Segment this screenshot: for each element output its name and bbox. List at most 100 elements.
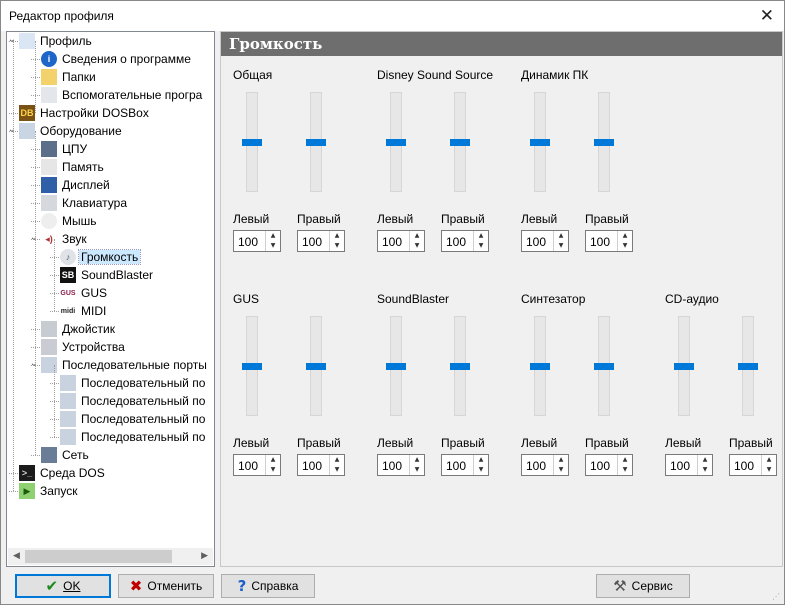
tree-item-4[interactable]: DB Настройки DOSBox (7, 104, 214, 122)
slider-thumb[interactable] (530, 139, 550, 146)
spin-down-icon[interactable]: ▼ (554, 465, 568, 475)
slider-thumb[interactable] (450, 363, 470, 370)
collapse-icon[interactable]: ⌄ (7, 125, 17, 135)
spin-buttons[interactable]: ▲ ▼ (761, 455, 776, 475)
right-volume-spinbox[interactable]: 100 ▲ ▼ (297, 454, 345, 476)
spin-buttons[interactable]: ▲ ▼ (265, 231, 280, 251)
spin-buttons[interactable]: ▲ ▼ (553, 231, 568, 251)
slider-thumb[interactable] (386, 139, 406, 146)
left-volume-slider[interactable] (674, 316, 694, 416)
spin-down-icon[interactable]: ▼ (618, 465, 632, 475)
tree-item-15[interactable]: midi MIDI (7, 302, 214, 320)
spin-up-icon[interactable]: ▲ (266, 231, 280, 241)
left-volume-spinbox[interactable]: 100 ▲ ▼ (233, 454, 281, 476)
tree-item-13[interactable]: SB SoundBlaster (7, 266, 214, 284)
collapse-icon[interactable]: ⌄ (29, 233, 39, 243)
volume-value[interactable]: 100 (734, 459, 754, 473)
right-volume-slider[interactable] (306, 316, 326, 416)
right-volume-slider[interactable] (450, 316, 470, 416)
scroll-right-icon[interactable]: ▶ (201, 551, 208, 561)
resize-grip-icon[interactable]: ⋰ (772, 592, 782, 602)
left-volume-spinbox[interactable]: 100 ▲ ▼ (521, 230, 569, 252)
spin-buttons[interactable]: ▲ ▼ (697, 455, 712, 475)
volume-value[interactable]: 100 (526, 235, 546, 249)
tree-item-14[interactable]: GUS GUS (7, 284, 214, 302)
tree-item-19[interactable]: Последовательный по (7, 374, 214, 392)
slider-thumb[interactable] (242, 139, 262, 146)
left-volume-slider[interactable] (242, 316, 262, 416)
spin-down-icon[interactable]: ▼ (762, 465, 776, 475)
right-volume-slider[interactable] (594, 316, 614, 416)
right-volume-spinbox[interactable]: 100 ▲ ▼ (441, 230, 489, 252)
volume-value[interactable]: 100 (590, 459, 610, 473)
volume-value[interactable]: 100 (590, 235, 610, 249)
left-volume-slider[interactable] (530, 316, 550, 416)
right-volume-spinbox[interactable]: 100 ▲ ▼ (441, 454, 489, 476)
close-icon[interactable]: ✕ (760, 6, 774, 26)
spin-buttons[interactable]: ▲ ▼ (473, 231, 488, 251)
tree-item-12[interactable]: ♪ Громкость (7, 248, 214, 266)
slider-thumb[interactable] (242, 363, 262, 370)
slider-thumb[interactable] (386, 363, 406, 370)
spin-up-icon[interactable]: ▲ (618, 231, 632, 241)
spin-up-icon[interactable]: ▲ (266, 455, 280, 465)
tree-item-0[interactable]: ⌄ Профиль (7, 32, 214, 50)
volume-value[interactable]: 100 (526, 459, 546, 473)
volume-value[interactable]: 100 (302, 459, 322, 473)
help-button[interactable]: ? Справка (221, 574, 315, 598)
collapse-icon[interactable]: ⌄ (29, 359, 39, 369)
spin-buttons[interactable]: ▲ ▼ (329, 231, 344, 251)
spin-up-icon[interactable]: ▲ (410, 455, 424, 465)
volume-value[interactable]: 100 (238, 235, 258, 249)
spin-buttons[interactable]: ▲ ▼ (473, 455, 488, 475)
spin-up-icon[interactable]: ▲ (554, 455, 568, 465)
slider-thumb[interactable] (530, 363, 550, 370)
spin-up-icon[interactable]: ▲ (410, 231, 424, 241)
right-volume-slider[interactable] (594, 92, 614, 192)
tree-horizontal-scrollbar[interactable]: ◀ ▶ (8, 548, 213, 565)
spin-down-icon[interactable]: ▼ (266, 465, 280, 475)
scroll-left-icon[interactable]: ◀ (13, 551, 20, 561)
volume-value[interactable]: 100 (302, 235, 322, 249)
spin-up-icon[interactable]: ▲ (474, 455, 488, 465)
spin-down-icon[interactable]: ▼ (554, 241, 568, 251)
scroll-thumb[interactable] (25, 550, 172, 563)
left-volume-slider[interactable] (386, 92, 406, 192)
spin-down-icon[interactable]: ▼ (330, 465, 344, 475)
spin-up-icon[interactable]: ▲ (330, 455, 344, 465)
volume-value[interactable]: 100 (446, 235, 466, 249)
volume-value[interactable]: 100 (670, 459, 690, 473)
service-button[interactable]: ⚒ Сервис (596, 574, 690, 598)
tree-item-25[interactable]: ▶ Запуск (7, 482, 214, 500)
spin-down-icon[interactable]: ▼ (266, 241, 280, 251)
volume-value[interactable]: 100 (446, 459, 466, 473)
spin-buttons[interactable]: ▲ ▼ (329, 455, 344, 475)
settings-tree[interactable]: ◀ ▶ ⌄ Профиль i Сведения о программе Папки Вс… (6, 31, 215, 567)
slider-thumb[interactable] (594, 139, 614, 146)
tree-item-20[interactable]: Последовательный по (7, 392, 214, 410)
left-volume-slider[interactable] (530, 92, 550, 192)
slider-thumb[interactable] (306, 139, 326, 146)
tree-item-22[interactable]: Последовательный по (7, 428, 214, 446)
spin-buttons[interactable]: ▲ ▼ (265, 455, 280, 475)
spin-up-icon[interactable]: ▲ (698, 455, 712, 465)
spin-up-icon[interactable]: ▲ (330, 231, 344, 241)
right-volume-spinbox[interactable]: 100 ▲ ▼ (585, 454, 633, 476)
spin-up-icon[interactable]: ▲ (474, 231, 488, 241)
spin-down-icon[interactable]: ▼ (474, 465, 488, 475)
spin-down-icon[interactable]: ▼ (330, 241, 344, 251)
volume-value[interactable]: 100 (382, 459, 402, 473)
spin-up-icon[interactable]: ▲ (554, 231, 568, 241)
spin-buttons[interactable]: ▲ ▼ (409, 455, 424, 475)
collapse-icon[interactable]: ⌄ (7, 35, 17, 45)
spin-buttons[interactable]: ▲ ▼ (617, 231, 632, 251)
spin-buttons[interactable]: ▲ ▼ (617, 455, 632, 475)
spin-up-icon[interactable]: ▲ (618, 455, 632, 465)
slider-thumb[interactable] (594, 363, 614, 370)
spin-down-icon[interactable]: ▼ (410, 241, 424, 251)
right-volume-slider[interactable] (306, 92, 326, 192)
spin-down-icon[interactable]: ▼ (410, 465, 424, 475)
spin-buttons[interactable]: ▲ ▼ (553, 455, 568, 475)
slider-thumb[interactable] (674, 363, 694, 370)
tree-item-5[interactable]: ⌄ Оборудование (7, 122, 214, 140)
